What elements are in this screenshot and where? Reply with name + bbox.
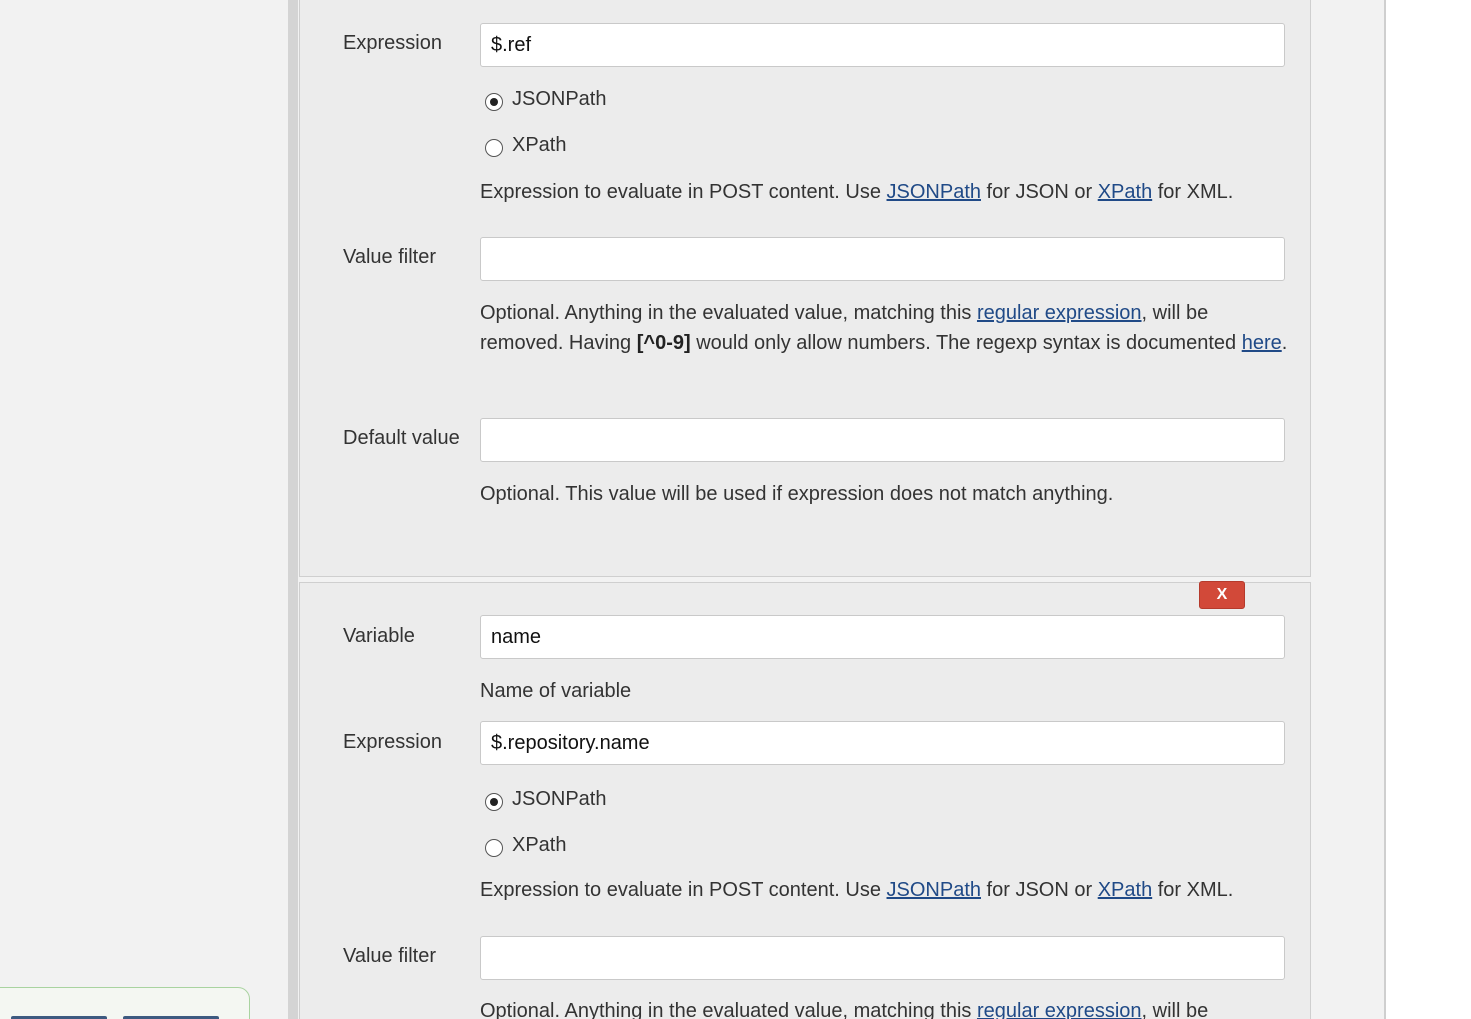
default-value-label: Default value (343, 427, 460, 449)
expression-input[interactable]: $.repository.name (480, 721, 1285, 765)
xpath-radio[interactable] (485, 839, 503, 857)
side-panel (0, 0, 288, 1019)
help-text: . (1281, 331, 1288, 354)
regular-expression-link[interactable]: regular expression (977, 302, 1142, 324)
expression-label: Expression (343, 32, 442, 54)
variable-help: Name of variable (480, 680, 632, 702)
value-filter-label: Value filter (343, 945, 437, 967)
jsonpath-radio[interactable] (485, 93, 503, 111)
xpath-radio-label: XPath (512, 134, 567, 156)
xpath-radio-option[interactable]: XPath (485, 834, 566, 857)
delete-variable-button[interactable]: X (1199, 581, 1245, 609)
value-filter-label: Value filter (343, 246, 437, 268)
value-filter-input[interactable] (480, 237, 1285, 281)
jsonpath-radio[interactable] (485, 793, 503, 811)
help-text: Expression to evaluate in POST content. … (480, 879, 887, 901)
help-text: for XML. (1152, 181, 1234, 203)
right-gutter (1322, 0, 1386, 1019)
page: Expression $.ref JSONPath XPath Expressi… (0, 0, 1471, 1019)
help-text: Optional. Anything in the evaluated valu… (480, 302, 977, 324)
help-text: , will be (1141, 1000, 1209, 1019)
expression-label: Expression (343, 731, 442, 753)
regular-expression-link[interactable]: regular expression (977, 1000, 1142, 1019)
help-text: would only allow numbers. The regexp syn… (690, 331, 1242, 354)
xpath-link[interactable]: XPath (1098, 181, 1152, 203)
here-link[interactable]: here (1242, 332, 1282, 354)
variable-label: Variable (343, 625, 415, 647)
xpath-radio-option[interactable]: XPath (485, 134, 566, 157)
help-text: for XML. (1152, 879, 1234, 901)
jsonpath-link[interactable]: JSONPath (887, 181, 981, 203)
default-value-input[interactable] (480, 418, 1285, 462)
expression-input[interactable]: $.ref (480, 23, 1285, 67)
help-text: for JSON or (981, 181, 1098, 203)
help-text: Expression to evaluate in POST content. … (480, 181, 887, 203)
expression-help: Expression to evaluate in POST content. … (480, 876, 1290, 906)
jsonpath-radio-label: JSONPath (512, 788, 607, 810)
jsonpath-link[interactable]: JSONPath (887, 879, 981, 901)
value-filter-input[interactable] (480, 936, 1285, 980)
jsonpath-radio-label: JSONPath (512, 88, 607, 110)
value-filter-help: Optional. Anything in the evaluated valu… (480, 997, 1290, 1019)
expression-help: Expression to evaluate in POST content. … (480, 178, 1290, 208)
jsonpath-radio-option[interactable]: JSONPath (485, 788, 606, 811)
help-text: Optional. Anything in the evaluated valu… (480, 1000, 977, 1019)
variable-input[interactable]: name (480, 615, 1285, 659)
page-margin (1386, 0, 1471, 1019)
xpath-radio-label: XPath (512, 834, 567, 856)
default-value-help: Optional. This value will be used if exp… (480, 483, 1114, 505)
save-apply-bar (0, 987, 250, 1019)
panel-divider[interactable] (288, 0, 298, 1019)
help-text: for JSON or (981, 879, 1098, 901)
variable-chunk: Expression $.ref JSONPath XPath Expressi… (299, 0, 1311, 577)
jsonpath-radio-option[interactable]: JSONPath (485, 88, 606, 111)
regex-example: [^0-9] (636, 331, 691, 354)
xpath-radio[interactable] (485, 139, 503, 157)
value-filter-help: Optional. Anything in the evaluated valu… (480, 299, 1290, 358)
variable-chunk: X Variable name Name of variable Express… (299, 581, 1311, 1019)
xpath-link[interactable]: XPath (1098, 879, 1152, 901)
